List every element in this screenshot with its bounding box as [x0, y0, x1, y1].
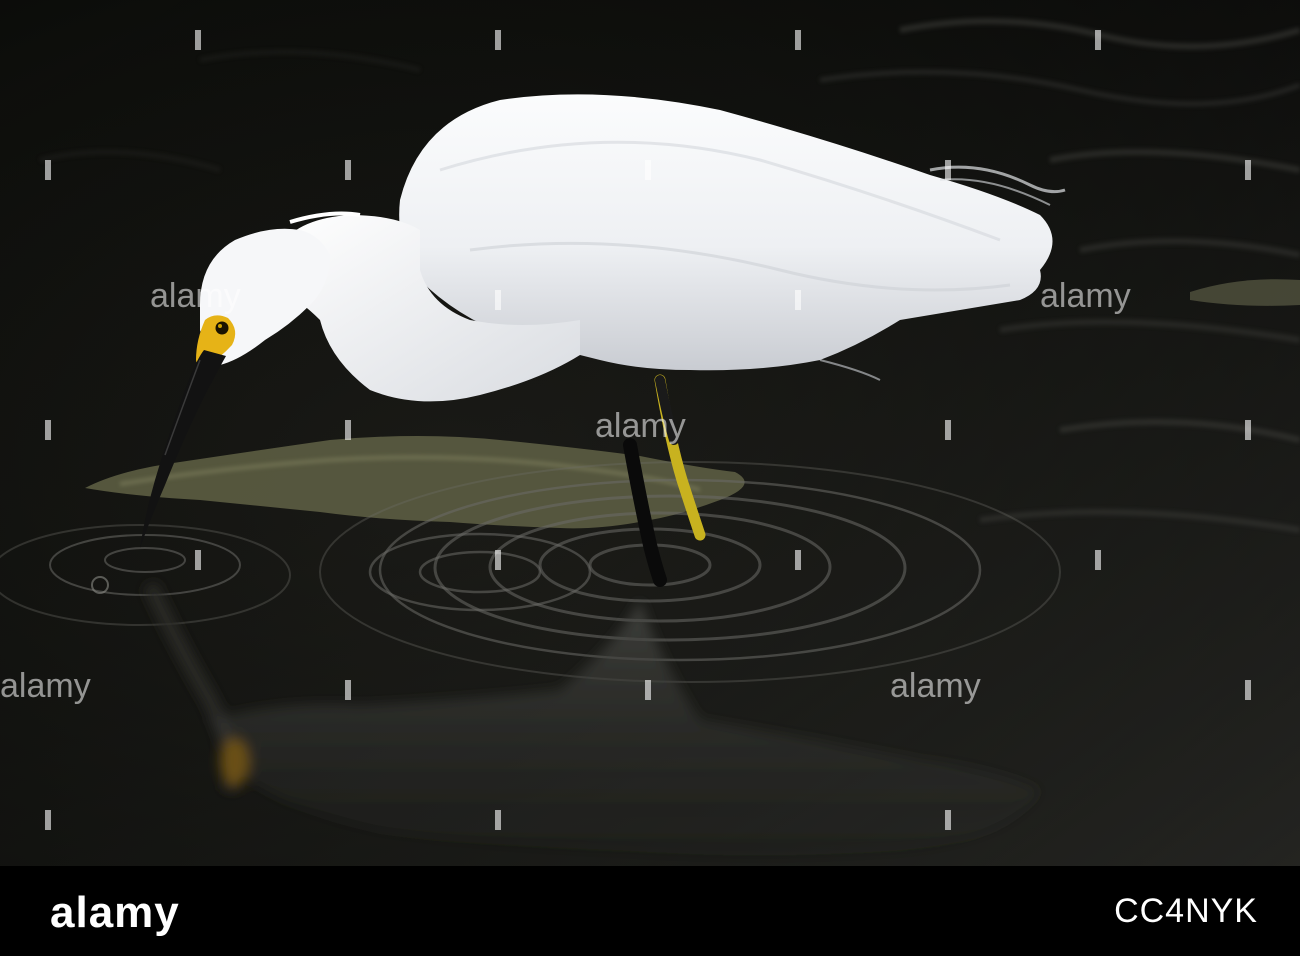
watermark-text: alamy	[890, 667, 981, 705]
alamy-logo[interactable]: alamy	[50, 888, 180, 938]
watermark-text: alamy	[150, 277, 241, 315]
watermark-text: alamy	[595, 407, 686, 445]
egret-eye	[215, 321, 229, 335]
watermark-text: alamy	[0, 667, 91, 705]
footer-bar: alamy CC4NYK	[0, 866, 1300, 956]
stock-photo-page: alamy alamy alamy alamy alamy alamy CC4N…	[0, 0, 1300, 956]
watermark-text: alamy	[1040, 277, 1131, 315]
image-code: CC4NYK	[1114, 892, 1258, 930]
egret-photo: alamy alamy alamy alamy alamy	[0, 0, 1300, 866]
photo-canvas: alamy alamy alamy alamy alamy	[0, 0, 1300, 866]
